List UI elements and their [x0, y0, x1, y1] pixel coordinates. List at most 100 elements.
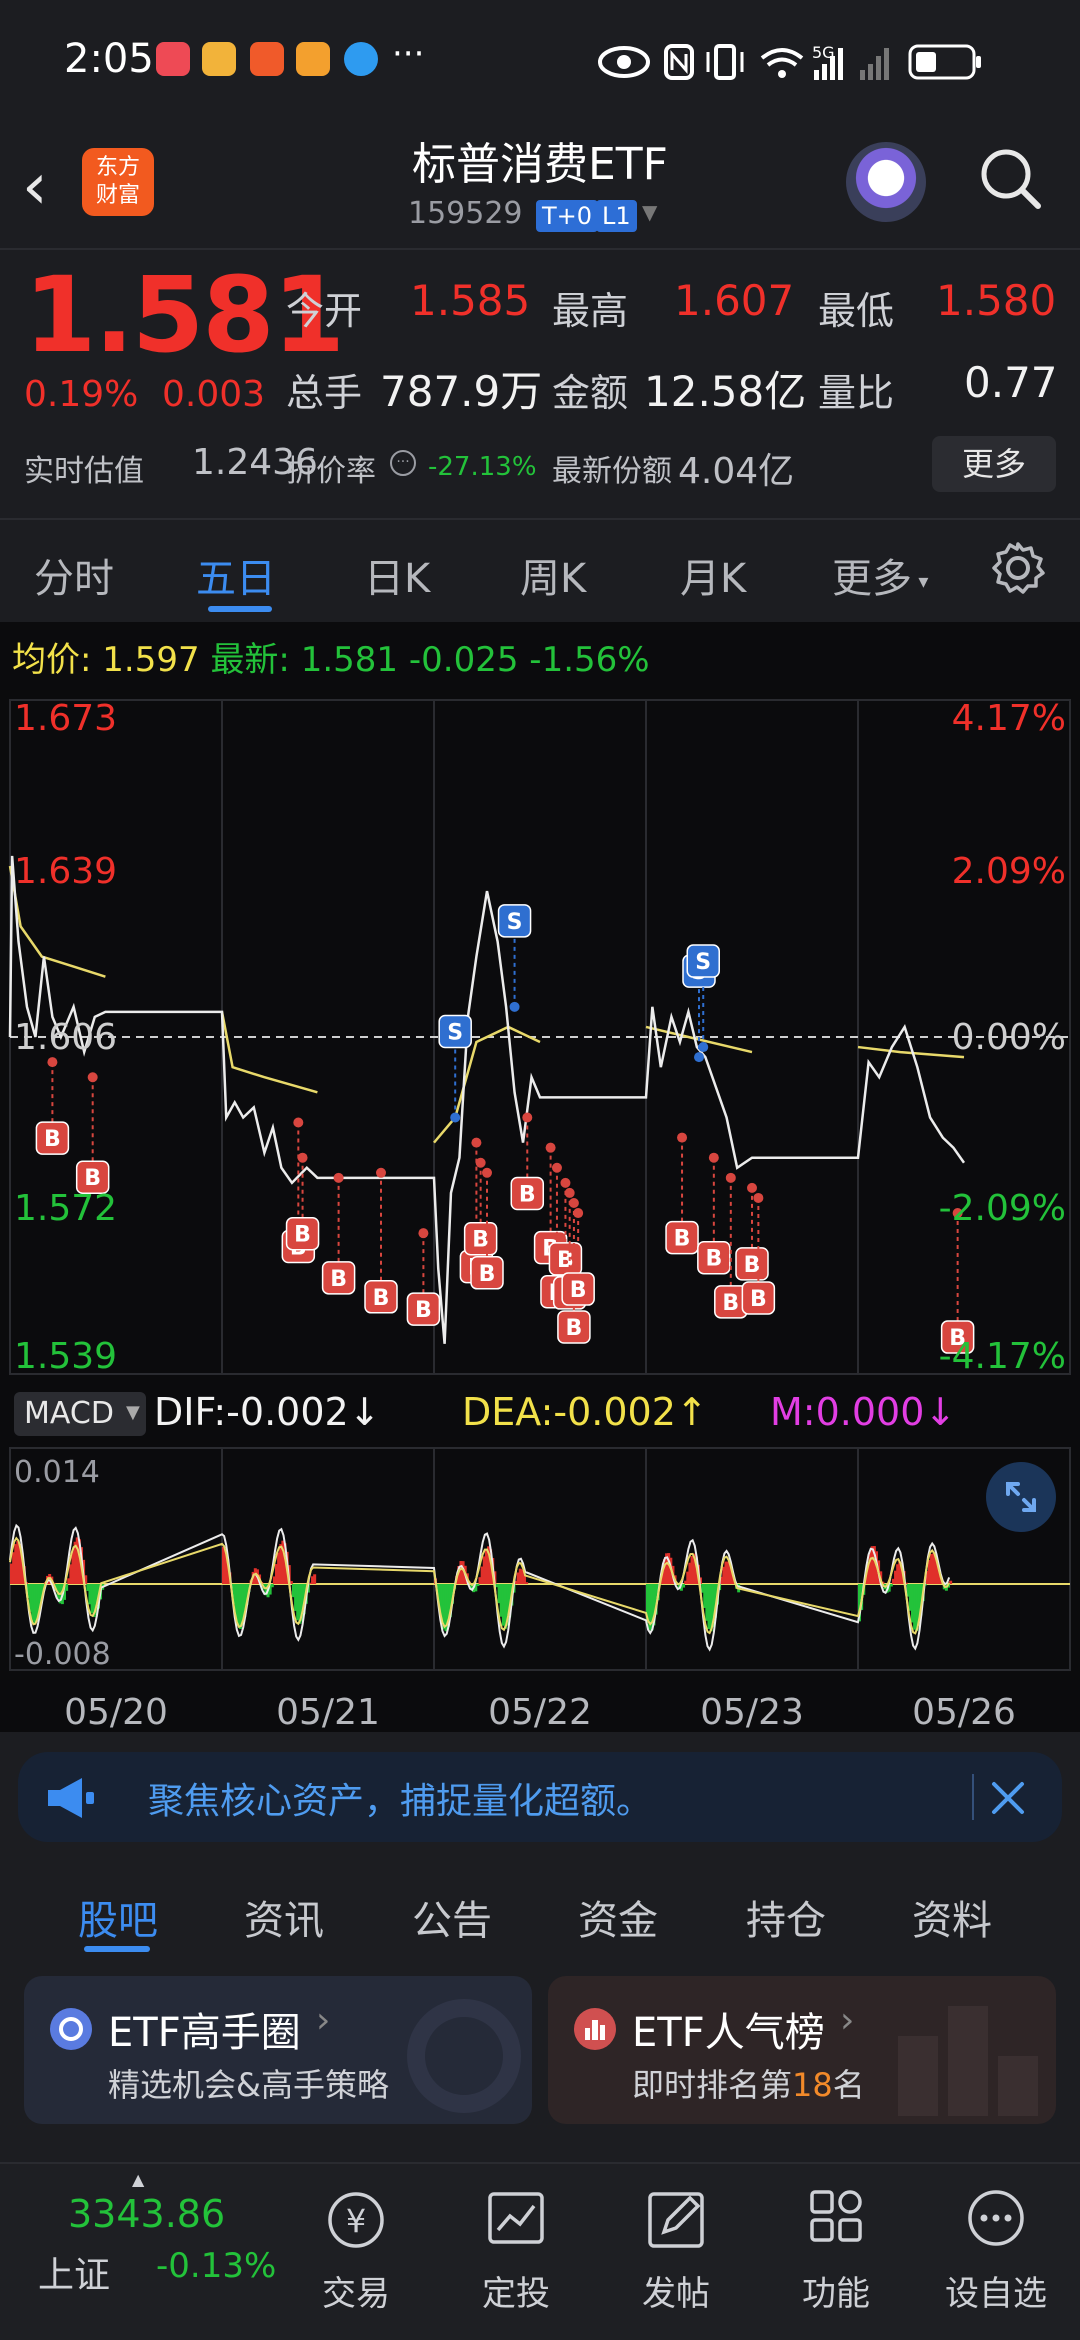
app-notification-icon	[156, 42, 190, 76]
marker-dot	[560, 1177, 571, 1188]
discount-value: -27.13%	[428, 452, 537, 482]
avg-value: 1.597	[102, 640, 200, 680]
nav-invest-plan[interactable]: 定投	[456, 2266, 576, 2315]
buy-marker-label: B	[674, 1227, 691, 1252]
marker-dot	[418, 1228, 429, 1239]
tab-monthly-k[interactable]: 月K	[680, 546, 746, 604]
index-value[interactable]: 3343.86	[68, 2192, 225, 2236]
expand-chart-button[interactable]	[986, 1462, 1056, 1532]
buy-marker-label: B	[705, 1247, 722, 1272]
open-value: 1.585	[410, 276, 531, 325]
info-icon	[344, 42, 378, 76]
high-label: 最高	[552, 289, 629, 333]
caret-up-icon: ▲	[132, 2170, 145, 2189]
nfc-icon	[664, 44, 694, 80]
change-amount: 0.003	[162, 374, 266, 415]
tab-news[interactable]: 资讯	[244, 1888, 324, 1946]
etf-expert-card[interactable]: ETF高手圈 › 精选机会&高手策略	[24, 1976, 532, 2124]
tab-guba[interactable]: 股吧	[78, 1888, 158, 1946]
dea-line	[9, 1536, 951, 1635]
marker-dot	[475, 1157, 486, 1168]
marker-dot	[677, 1132, 688, 1143]
close-icon[interactable]	[988, 1778, 1028, 1818]
chevron-right-icon: ›	[316, 2000, 331, 2041]
macd-label: MACD	[24, 1396, 114, 1431]
y-tick-left: 1.539	[14, 1336, 117, 1377]
buy-marker-label: B	[566, 1316, 583, 1341]
marker-dot	[333, 1172, 344, 1183]
macd-bar-negative	[682, 1584, 686, 1588]
marker-dot	[545, 1142, 556, 1153]
marker-dot	[293, 1117, 304, 1128]
signal-2-icon	[860, 48, 889, 80]
chevron-down-icon[interactable]: ▼	[642, 200, 657, 224]
price-chart[interactable]: BBBBBBBSBBBSBBBBBBBBSSBBBBB1.6734.17%1.6…	[0, 684, 1080, 1384]
chart-icon[interactable]	[456, 2180, 576, 2260]
more-info-icon[interactable]: ···	[390, 450, 416, 476]
macd-bar-positive	[525, 1582, 529, 1584]
tab-announcement[interactable]: 公告	[412, 1888, 492, 1946]
nav-trade[interactable]: 交易	[296, 2266, 416, 2315]
y-tick-right: -2.09%	[939, 1188, 1066, 1229]
tab-intraday[interactable]: 分时	[34, 546, 114, 604]
tab-daily-k[interactable]: 日K	[364, 546, 430, 604]
macd-bar-positive	[313, 1574, 317, 1584]
marker-dot	[509, 1001, 520, 1012]
high-value: 1.607	[674, 276, 795, 325]
index-change[interactable]: -0.13%	[156, 2246, 276, 2286]
x-date-label: 05/23	[700, 1692, 804, 1733]
tab-five-day[interactable]: 五日	[196, 546, 276, 604]
macd-bar-negative	[476, 1584, 480, 1587]
open-label: 今开	[286, 289, 363, 333]
status-bar: 2:05 ··· 5G	[0, 0, 1080, 120]
etf-popularity-card[interactable]: ETF人气榜 › 即时排名第18名	[548, 1976, 1056, 2124]
y-tick-right: 4.17%	[952, 698, 1066, 739]
nav-post[interactable]: 发帖	[616, 2266, 736, 2315]
trade-icon[interactable]: ¥	[296, 2180, 416, 2260]
search-icon[interactable]	[976, 144, 1046, 214]
shares-value: 4.04亿	[678, 451, 795, 492]
news-icon	[250, 42, 284, 76]
marker-dot	[87, 1072, 98, 1083]
marker-dot	[551, 1162, 562, 1173]
decorative-bars	[898, 2006, 1038, 2116]
grid-icon[interactable]	[776, 2180, 896, 2260]
latest-label: 最新:	[210, 640, 290, 680]
more-circle-icon[interactable]	[936, 2180, 1056, 2260]
marker-dot	[708, 1152, 719, 1163]
latest-value: 1.581	[300, 640, 399, 680]
macd-selector[interactable]: MACD ▼	[14, 1392, 146, 1436]
index-name[interactable]: 上证	[38, 2246, 110, 2298]
y-tick-right: -4.17%	[939, 1336, 1066, 1377]
low-label: 最低	[818, 289, 895, 333]
x-date-label: 05/26	[912, 1692, 1016, 1733]
edit-icon[interactable]	[616, 2180, 736, 2260]
tab-weekly-k[interactable]: 周K	[520, 546, 586, 604]
tab-funds[interactable]: 资金	[578, 1888, 658, 1946]
buy-marker-label: B	[330, 1267, 347, 1292]
volume-value: 787.9万	[380, 367, 543, 416]
tab-profile[interactable]: 资料	[912, 1888, 992, 1946]
ratio-label: 量比	[818, 371, 895, 415]
more-button[interactable]: 更多	[932, 436, 1056, 492]
decorative-ring	[407, 1999, 521, 2113]
tab-holdings[interactable]: 持仓	[746, 1888, 826, 1946]
iopv-label: 实时估值	[24, 454, 144, 489]
avg-label: 均价:	[12, 640, 92, 680]
chevron-right-icon: ›	[840, 2000, 855, 2041]
gear-icon[interactable]	[990, 540, 1046, 596]
x-date-label: 05/20	[64, 1692, 168, 1733]
nav-add-watchlist[interactable]: 设自选	[936, 2266, 1056, 2315]
status-time: 2:05	[64, 36, 154, 82]
tab-more[interactable]: 更多 ▾	[832, 546, 928, 604]
sell-marker-label: S	[507, 910, 523, 935]
marker-dot	[376, 1167, 386, 1178]
assistant-avatar[interactable]	[846, 142, 926, 222]
marker-dot	[522, 1112, 533, 1123]
banner-text: 聚焦核心资产，捕捉量化超额。	[148, 1781, 653, 1822]
price-summary-bar: 均价: 1.597 最新: 1.581 -0.025 -1.56%	[12, 632, 650, 681]
marker-dot	[694, 1052, 704, 1063]
nav-functions[interactable]: 功能	[776, 2266, 896, 2315]
y-tick-left: 1.572	[14, 1188, 117, 1229]
caret-down-icon: ▾	[912, 569, 929, 593]
